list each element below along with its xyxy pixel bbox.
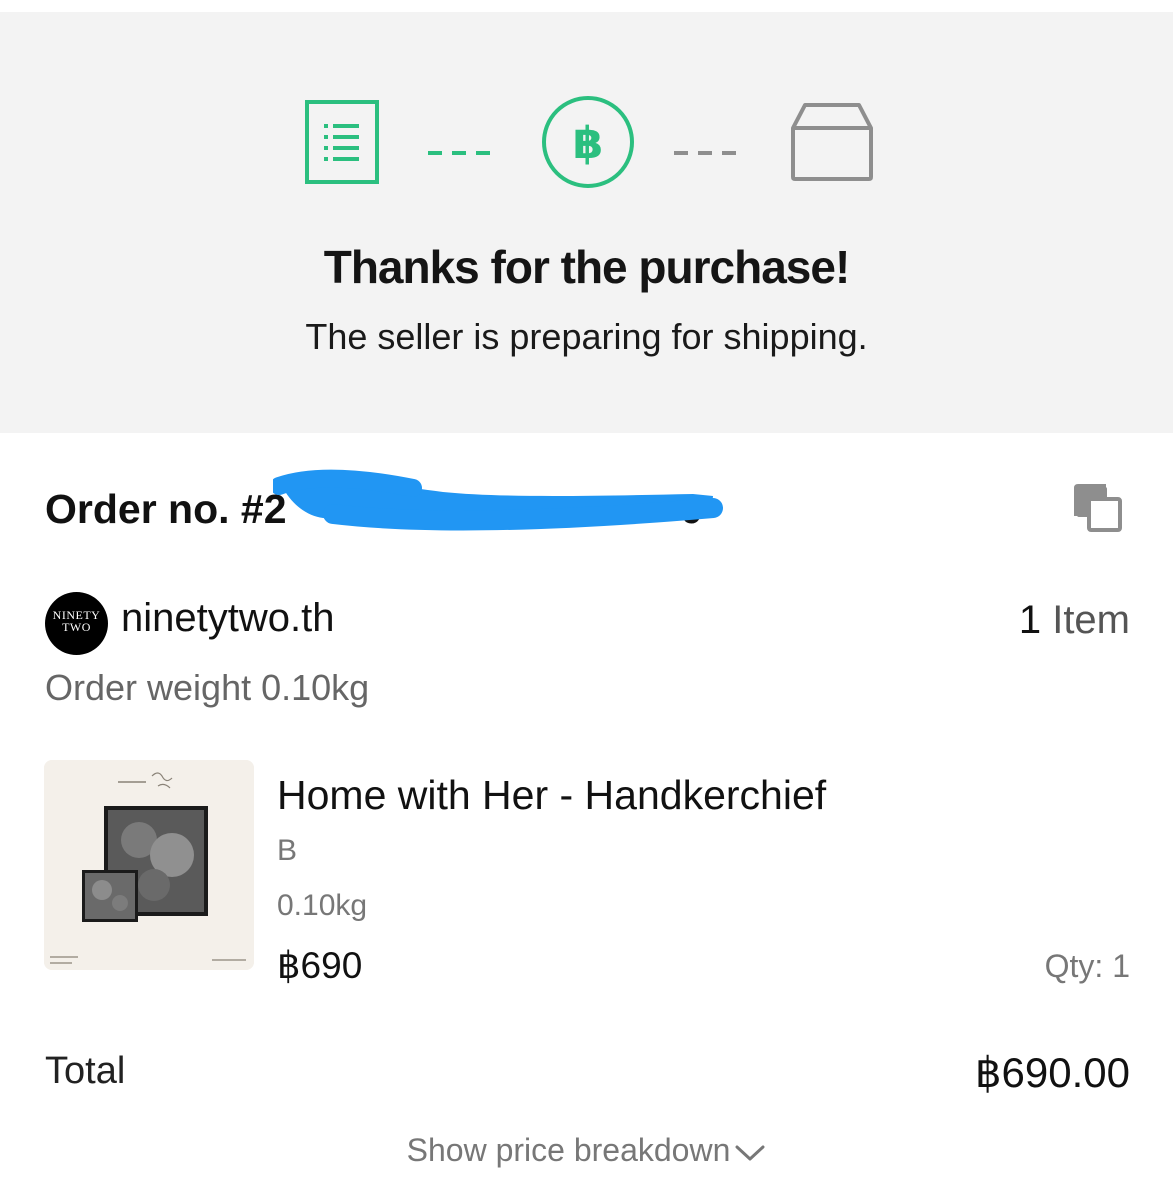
- seller-name-link[interactable]: ninetytwo.th: [121, 596, 334, 641]
- show-price-breakdown-button[interactable]: Show price breakdown: [0, 1132, 1173, 1171]
- seller-logo: NINETY TWO: [45, 592, 108, 655]
- product-name-link[interactable]: Home with Her - Handkerchief: [277, 772, 826, 819]
- product-price: ฿690: [277, 945, 363, 986]
- seller-logo-line2: TWO: [62, 620, 91, 634]
- order-weight: Order weight 0.10kg: [45, 667, 370, 708]
- item-count: 1 Item: [1019, 598, 1130, 643]
- product-image: [44, 760, 254, 970]
- baht-payment-icon: ฿: [541, 95, 635, 189]
- copy-icon: [1074, 484, 1122, 532]
- order-number-row: Order no. #2 0: [45, 469, 1130, 538]
- thanks-title: Thanks for the purchase!: [323, 241, 851, 293]
- total-row: Total ฿690.00: [45, 1049, 1130, 1100]
- step-connector-2: [674, 142, 738, 155]
- seller-row: NINETY TWO ninetytwo.th 1 Item: [45, 590, 1130, 655]
- order-list-icon: [305, 100, 379, 184]
- box-shipping-icon: [789, 102, 875, 182]
- order-number-label: Order no. #2: [45, 486, 287, 532]
- step-connector-1: [428, 142, 492, 155]
- total-label: Total: [45, 1050, 126, 1092]
- chevron-down-icon: [734, 1134, 766, 1171]
- baht-glyph: ฿: [573, 118, 604, 169]
- price-breakdown-label: Show price breakdown: [406, 1132, 731, 1168]
- product-quantity: Qty: 1: [1044, 948, 1130, 984]
- product-line-item: Home with Her - Handkerchief B 0.10kg ฿6…: [44, 760, 1130, 986]
- product-variant: B: [277, 834, 298, 867]
- redaction-scribble: [270, 466, 738, 548]
- top-edge: [0, 0, 1173, 12]
- order-progress-stepper: ฿: [0, 12, 1173, 212]
- copy-order-number-button[interactable]: [1072, 482, 1124, 534]
- product-thumbnail[interactable]: [44, 760, 254, 970]
- order-status-header: ฿ Thanks for the purchase! The seller is…: [0, 12, 1173, 433]
- shipping-status-text: The seller is preparing for shipping.: [305, 316, 868, 357]
- total-value: ฿690.00: [974, 1049, 1130, 1096]
- item-count-unit: Item: [1052, 598, 1130, 642]
- item-count-number: 1: [1018, 598, 1042, 642]
- product-weight: 0.10kg: [277, 889, 368, 922]
